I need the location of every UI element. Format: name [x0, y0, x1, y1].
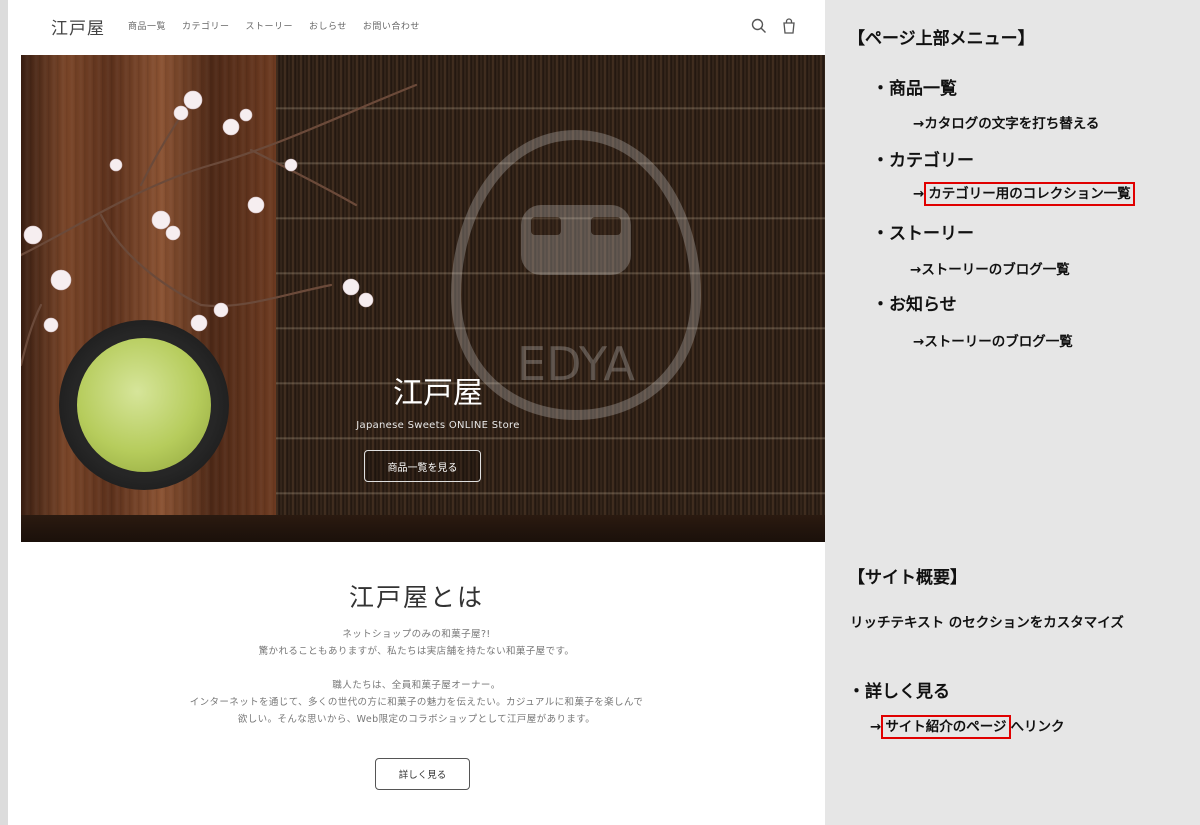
note-item-learn-more: ・詳しく見る — [848, 682, 950, 702]
cart-icon[interactable] — [780, 17, 798, 35]
annotation-panel: 【ページ上部メニュー】 ・商品一覧 →カタログの文字を打ち替える ・カテゴリー … — [825, 0, 1200, 825]
about-line: 欲しい。そんな思いから、Web限定のコラボショップとして江戸屋があります。 — [237, 714, 596, 725]
note-item-story: ・ストーリー — [872, 224, 974, 244]
about-line: インターネットを通じて、多くの世代の方に和菓子の魅力を伝えたい。カジュアルに和菓… — [189, 697, 644, 708]
note-category-detail: → カテゴリー用のコレクション一覧 — [913, 182, 1135, 206]
about-line: 驚かれることもありますが、私たちは実店舗を持たない和菓子屋です。 — [258, 646, 575, 657]
cherry-blossom-branches — [21, 83, 418, 367]
nav-item-contact[interactable]: お問い合わせ — [363, 19, 420, 32]
arrow-icon: → — [870, 719, 882, 735]
highlighted-note: カテゴリー用のコレクション一覧 — [924, 182, 1135, 206]
arrow-icon: → — [913, 186, 925, 202]
note-item-category: ・カテゴリー — [872, 151, 974, 171]
learn-more-button[interactable]: 詳しく見る — [375, 758, 470, 790]
site-logo[interactable]: 江戸屋 — [51, 14, 105, 39]
overview-text: リッチテキスト のセクションをカスタマイズ — [850, 615, 1124, 631]
note-products-detail: →カタログの文字を打ち替える — [913, 112, 1099, 132]
note-text: へリンク — [1010, 719, 1065, 735]
about-paragraph-1: ネットショップのみの和菓子屋?! 驚かれることもありますが、私たちは実店舗を持た… — [8, 626, 825, 660]
note-text: ストーリーのブログ一覧 — [924, 334, 1073, 350]
about-paragraph-2: 職人たちは、全員和菓子屋オーナー。 インターネットを通じて、多くの世代の方に和菓… — [8, 677, 825, 728]
note-item-news: ・お知らせ — [872, 295, 957, 315]
shop-page: 江戸屋 商品一覧 カテゴリー ストーリー おしらせ お問い合わせ EDYA 江戸… — [8, 0, 825, 825]
about-line: 職人たちは、全員和菓子屋オーナー。 — [332, 680, 501, 691]
about-line: ネットショップのみの和菓子屋?! — [342, 629, 491, 640]
hero-subtitle: Japanese Sweets ONLINE Store — [356, 420, 520, 431]
note-news-detail: →ストーリーのブログ一覧 — [913, 330, 1073, 350]
site-header: 江戸屋 商品一覧 カテゴリー ストーリー おしらせ お問い合わせ — [8, 0, 825, 55]
arrow-icon: → — [913, 334, 925, 350]
note-text: カタログの文字を打ち替える — [924, 116, 1100, 132]
menu-heading: 【ページ上部メニュー】 — [848, 29, 1035, 49]
nav-item-category[interactable]: カテゴリー — [182, 19, 230, 32]
view-products-button[interactable]: 商品一覧を見る — [364, 450, 481, 482]
overview-heading: 【サイト概要】 — [848, 568, 967, 588]
hero-banner: EDYA 江戸屋 Japanese Sweets ONLINE Store 商品… — [21, 55, 825, 542]
nav-item-story[interactable]: ストーリー — [246, 19, 294, 32]
left-margin-strip — [0, 0, 8, 825]
nav-item-news[interactable]: おしらせ — [309, 19, 347, 32]
hero-bottom-edge — [21, 515, 825, 542]
arrow-icon: → — [913, 116, 925, 132]
about-title: 江戸屋とは — [348, 583, 484, 612]
nav-item-products[interactable]: 商品一覧 — [128, 19, 166, 32]
note-item-products: ・商品一覧 — [872, 79, 957, 99]
arrow-icon: → — [910, 262, 922, 278]
search-icon[interactable] — [750, 17, 768, 35]
main-nav: 商品一覧 カテゴリー ストーリー おしらせ お問い合わせ — [128, 19, 420, 32]
note-text: ストーリーのブログ一覧 — [921, 262, 1070, 278]
note-learn-more-detail: → サイト紹介のページ へリンク — [870, 715, 1065, 739]
highlighted-note: サイト紹介のページ — [881, 715, 1011, 739]
note-story-detail: →ストーリーのブログ一覧 — [910, 258, 1070, 278]
hero-title: 江戸屋 — [393, 376, 483, 411]
